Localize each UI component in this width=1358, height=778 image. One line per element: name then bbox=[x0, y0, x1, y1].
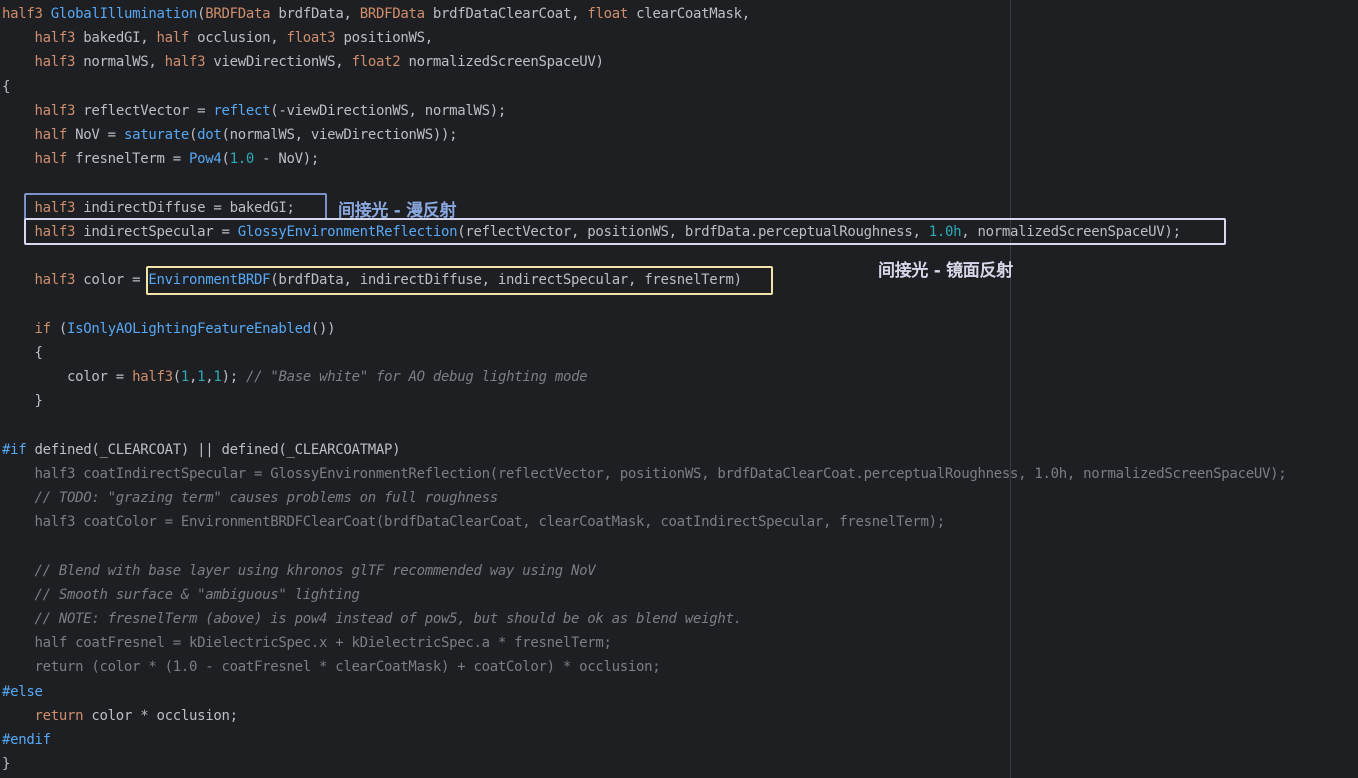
code-line[interactable]: { bbox=[2, 75, 10, 99]
code-line[interactable]: if (IsOnlyAOLightingFeatureEnabled()) bbox=[2, 317, 336, 341]
code-line[interactable]: #if defined(_CLEARCOAT) || defined(_CLEA… bbox=[2, 438, 401, 462]
code-line[interactable]: // Smooth surface & "ambiguous" lighting bbox=[2, 583, 360, 607]
code-line[interactable]: color = half3(1,1,1); // "Base white" fo… bbox=[2, 365, 588, 389]
code-line[interactable]: half3 normalWS, half3 viewDirectionWS, f… bbox=[2, 50, 604, 74]
code-line[interactable]: { bbox=[2, 341, 43, 365]
right-margin-guide bbox=[1010, 0, 1011, 778]
code-line[interactable]: } bbox=[2, 752, 10, 776]
code-line[interactable]: #endif bbox=[2, 728, 51, 752]
indirect-specular-annotation: 间接光 - 镜面反射 bbox=[878, 261, 1013, 281]
indirect-diffuse-highlight-box bbox=[24, 193, 327, 220]
code-line[interactable]: half fresnelTerm = Pow4(1.0 - NoV); bbox=[2, 147, 320, 171]
code-line[interactable]: // NOTE: fresnelTerm (above) is pow4 ins… bbox=[2, 607, 743, 631]
code-line[interactable]: half3 GlobalIllumination(BRDFData brdfDa… bbox=[2, 2, 750, 26]
code-line[interactable]: } bbox=[2, 389, 43, 413]
code-line[interactable]: half NoV = saturate(dot(normalWS, viewDi… bbox=[2, 123, 458, 147]
code-line[interactable]: #else bbox=[2, 680, 43, 704]
code-line[interactable]: half3 bakedGI, half occlusion, float3 po… bbox=[2, 26, 434, 50]
code-editor[interactable]: half3 GlobalIllumination(BRDFData brdfDa… bbox=[0, 0, 1358, 778]
code-line[interactable]: // Blend with base layer using khronos g… bbox=[2, 559, 596, 583]
code-line[interactable]: half coatFresnel = kDielectricSpec.x + k… bbox=[2, 631, 612, 655]
indirect-specular-highlight-box bbox=[24, 218, 1226, 245]
code-line[interactable]: half3 reflectVector = reflect(-viewDirec… bbox=[2, 99, 507, 123]
code-line[interactable]: return color * occlusion; bbox=[2, 704, 239, 728]
environment-brdf-highlight-box bbox=[146, 266, 773, 295]
indirect-diffuse-annotation: 间接光 - 漫反射 bbox=[338, 201, 457, 221]
code-line[interactable]: return (color * (1.0 - coatFresnel * cle… bbox=[2, 655, 661, 679]
code-line[interactable]: half3 coatColor = EnvironmentBRDFClearCo… bbox=[2, 510, 946, 534]
code-line[interactable]: half3 coatIndirectSpecular = GlossyEnvir… bbox=[2, 462, 1287, 486]
code-line[interactable]: // TODO: "grazing term" causes problems … bbox=[2, 486, 499, 510]
